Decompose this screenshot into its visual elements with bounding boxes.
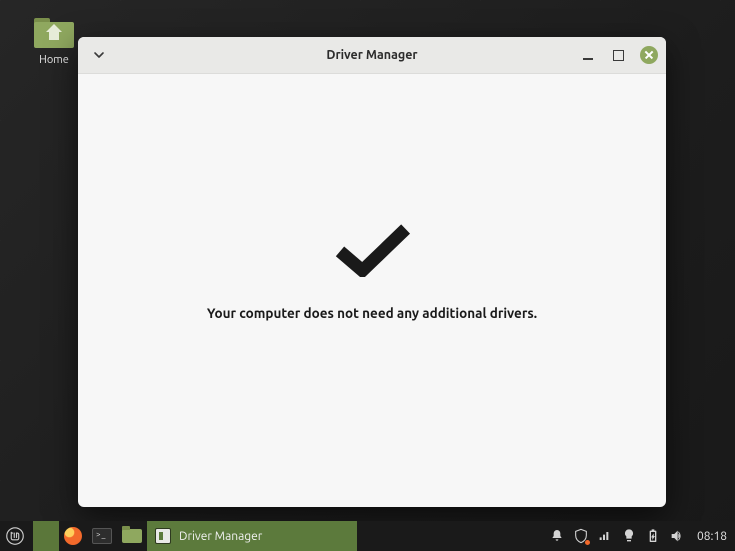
start-menu-button[interactable]: [0, 521, 30, 551]
close-button[interactable]: [640, 46, 658, 64]
back-button[interactable]: [84, 42, 114, 68]
terminal-icon: [92, 528, 112, 544]
status-message: Your computer does not need any addition…: [207, 305, 537, 321]
power-tray-icon[interactable]: [645, 528, 661, 544]
firefox-icon: [64, 527, 82, 545]
volume-tray-icon[interactable]: [669, 528, 685, 544]
battery-icon: [645, 528, 661, 544]
chevron-down-icon: [93, 49, 105, 61]
lightbulb-icon: [621, 528, 637, 544]
window-title: Driver Manager: [78, 48, 666, 62]
desktop-icon-home[interactable]: Home: [32, 18, 76, 66]
folder-home-icon: [34, 18, 74, 48]
desktop-wallpaper[interactable]: Home Driver Manager Your computer does n…: [0, 0, 735, 551]
taskbar-clock[interactable]: 08:18: [693, 530, 727, 543]
files-launcher[interactable]: [117, 521, 147, 551]
show-desktop-button[interactable]: [33, 521, 59, 551]
taskbar-task-label: Driver Manager: [179, 530, 262, 543]
window-controls: [580, 37, 658, 73]
notifications-tray-icon[interactable]: [549, 528, 565, 544]
network-icon: [597, 528, 613, 544]
folder-icon: [122, 529, 142, 543]
window-body: Your computer does not need any addition…: [78, 74, 666, 507]
terminal-launcher[interactable]: [87, 521, 117, 551]
checkmark-icon: [330, 221, 414, 277]
network-tray-icon[interactable]: [597, 528, 613, 544]
update-manager-tray-icon[interactable]: [573, 528, 589, 544]
driver-manager-window: Driver Manager Your computer does not ne…: [78, 37, 666, 507]
window-titlebar[interactable]: Driver Manager: [78, 37, 666, 74]
desktop-icon-label: Home: [32, 54, 76, 66]
info-tray-icon[interactable]: [621, 528, 637, 544]
taskbar-task-driver-manager[interactable]: Driver Manager: [147, 521, 357, 551]
bell-icon: [549, 528, 565, 544]
minimize-button[interactable]: [580, 47, 596, 63]
driver-manager-icon: [155, 528, 171, 544]
taskbar: Driver Manager 08:18: [0, 521, 735, 551]
mint-logo-icon: [6, 527, 24, 545]
firefox-launcher[interactable]: [59, 521, 87, 551]
maximize-button[interactable]: [610, 47, 626, 63]
shield-icon: [573, 528, 589, 544]
speaker-icon: [669, 528, 685, 544]
